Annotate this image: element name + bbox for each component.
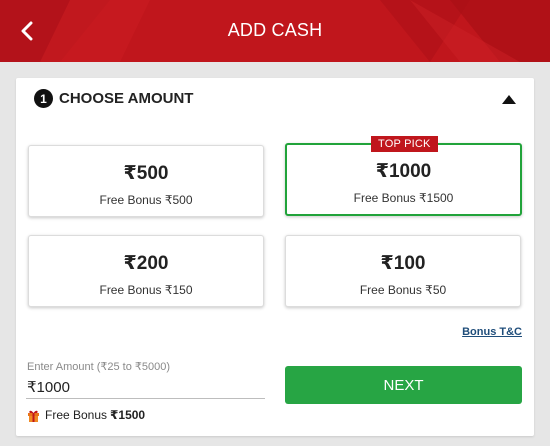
section-title: CHOOSE AMOUNT <box>59 90 194 107</box>
bonus-summary-label: Free Bonus <box>45 408 108 422</box>
amount-bonus: Free Bonus ₹500 <box>99 193 193 207</box>
amount-value: ₹500 <box>123 163 169 184</box>
amount-value: ₹1000 <box>375 161 432 182</box>
app-header: ADD CASH <box>0 0 550 62</box>
step-number-badge: 1 <box>34 89 53 108</box>
section-header[interactable]: 1 CHOOSE AMOUNT <box>34 89 193 108</box>
amount-bonus: Free Bonus ₹50 <box>359 283 447 297</box>
caret-up-icon[interactable] <box>502 95 516 104</box>
amount-bonus: Free Bonus ₹1500 <box>353 191 454 205</box>
bonus-tnc-link[interactable]: Bonus T&C <box>462 326 522 338</box>
amount-bonus: Free Bonus ₹150 <box>99 283 193 297</box>
bonus-summary-value: ₹1500 <box>110 408 146 422</box>
bonus-summary: Free Bonus ₹1500 <box>27 408 145 422</box>
gift-icon <box>28 410 39 422</box>
enter-amount-label: Enter Amount (₹25 to ₹5000) <box>27 361 171 373</box>
amount-value: ₹100 <box>380 253 426 274</box>
top-pick-badge: TOP PICK <box>371 136 438 152</box>
page-title: ADD CASH <box>227 20 323 40</box>
amount-option-100[interactable]: ₹100 Free Bonus ₹50 <box>285 235 521 307</box>
add-cash-card: 1 CHOOSE AMOUNT ₹500 Free Bonus ₹500 TOP… <box>16 78 534 436</box>
next-button[interactable]: NEXT <box>285 366 522 404</box>
amount-input[interactable] <box>26 376 265 399</box>
amount-value: ₹200 <box>123 253 169 274</box>
amount-option-1000[interactable]: TOP PICK ₹1000 Free Bonus ₹1500 <box>285 136 522 216</box>
amount-option-200[interactable]: ₹200 Free Bonus ₹150 <box>28 235 264 307</box>
amount-option-500[interactable]: ₹500 Free Bonus ₹500 <box>28 145 264 217</box>
